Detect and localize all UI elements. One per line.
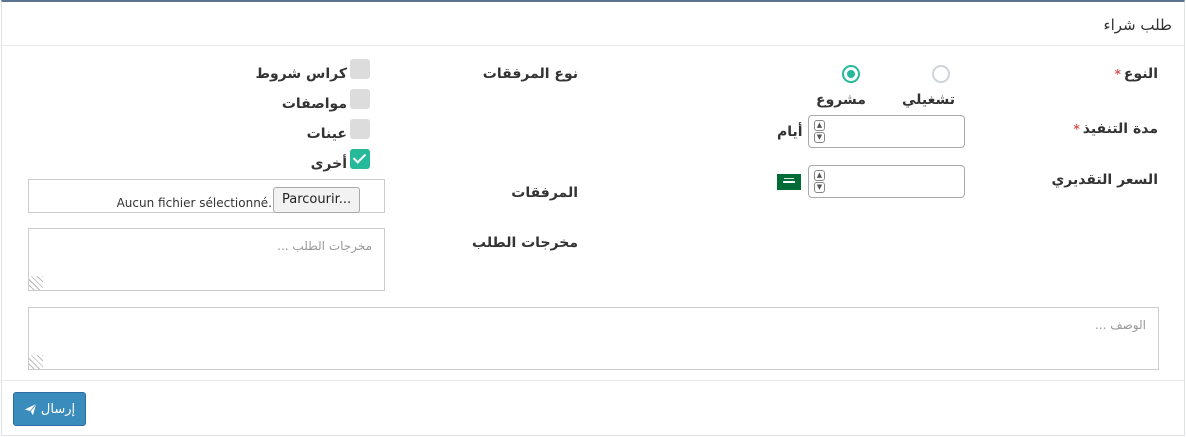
checkbox-specifications[interactable] xyxy=(350,89,370,109)
file-upload[interactable]: Parcourir... Aucun fichier sélectionné. xyxy=(28,179,385,213)
radio-operational-label: تشغيلي xyxy=(902,92,955,108)
number-stepper[interactable]: ▲ ▼ xyxy=(814,170,825,194)
file-status: Aucun fichier sélectionné. xyxy=(116,196,272,210)
required-mark: * xyxy=(1073,122,1080,136)
checkbox-conditions-label: كراس شروط xyxy=(255,66,347,82)
outputs-label: مخرجات الطلب xyxy=(472,235,578,251)
duration-unit: أيام xyxy=(777,124,803,140)
outputs-textarea[interactable]: مخرجات الطلب ... xyxy=(28,228,385,291)
duration-input[interactable]: ▲ ▼ xyxy=(808,115,965,148)
description-placeholder: الوصف ... xyxy=(1094,318,1146,332)
duration-label: مدة التنفيذ* xyxy=(1073,121,1158,137)
checkbox-samples[interactable] xyxy=(350,119,370,139)
radio-project[interactable] xyxy=(842,65,860,83)
paper-plane-icon xyxy=(24,403,37,415)
resize-grip-icon[interactable] xyxy=(29,355,43,369)
attachments-label: المرفقات xyxy=(511,185,578,201)
stepper-down-icon[interactable]: ▼ xyxy=(814,132,825,143)
checkbox-specifications-label: مواصفات xyxy=(281,96,347,112)
radio-operational[interactable] xyxy=(932,65,950,83)
stepper-down-icon[interactable]: ▼ xyxy=(814,182,825,193)
price-input[interactable]: ▲ ▼ xyxy=(808,165,965,198)
sa-flag-icon xyxy=(777,174,801,190)
required-mark: * xyxy=(1114,67,1121,81)
outputs-placeholder: مخرجات الطلب ... xyxy=(277,239,372,253)
checkbox-conditions[interactable] xyxy=(350,59,370,79)
price-label: السعر التقديري xyxy=(1051,172,1158,188)
radio-project-label: مشروع xyxy=(816,92,866,108)
resize-grip-icon[interactable] xyxy=(29,276,43,290)
type-label: النوع* xyxy=(1114,66,1158,82)
stepper-up-icon[interactable]: ▲ xyxy=(814,120,825,131)
panel-title: طلب شراء xyxy=(1103,16,1172,34)
submit-label: إرسال xyxy=(40,401,76,417)
checkbox-samples-label: عينات xyxy=(306,126,347,142)
description-textarea[interactable]: الوصف ... xyxy=(28,307,1159,370)
number-stepper[interactable]: ▲ ▼ xyxy=(814,120,825,144)
footer-divider xyxy=(2,380,1184,381)
purchase-request-panel: طلب شراء النوع* تشغيلي مشروع مدة التنفيذ… xyxy=(1,0,1185,436)
stepper-up-icon[interactable]: ▲ xyxy=(814,170,825,181)
panel-header: طلب شراء xyxy=(2,2,1184,46)
attachment-type-label: نوع المرفقات xyxy=(482,66,578,82)
browse-button[interactable]: Parcourir... xyxy=(273,187,361,213)
checkbox-other-label: أخرى xyxy=(310,156,347,172)
checkbox-other[interactable] xyxy=(350,149,370,169)
submit-button[interactable]: إرسال xyxy=(13,392,86,426)
